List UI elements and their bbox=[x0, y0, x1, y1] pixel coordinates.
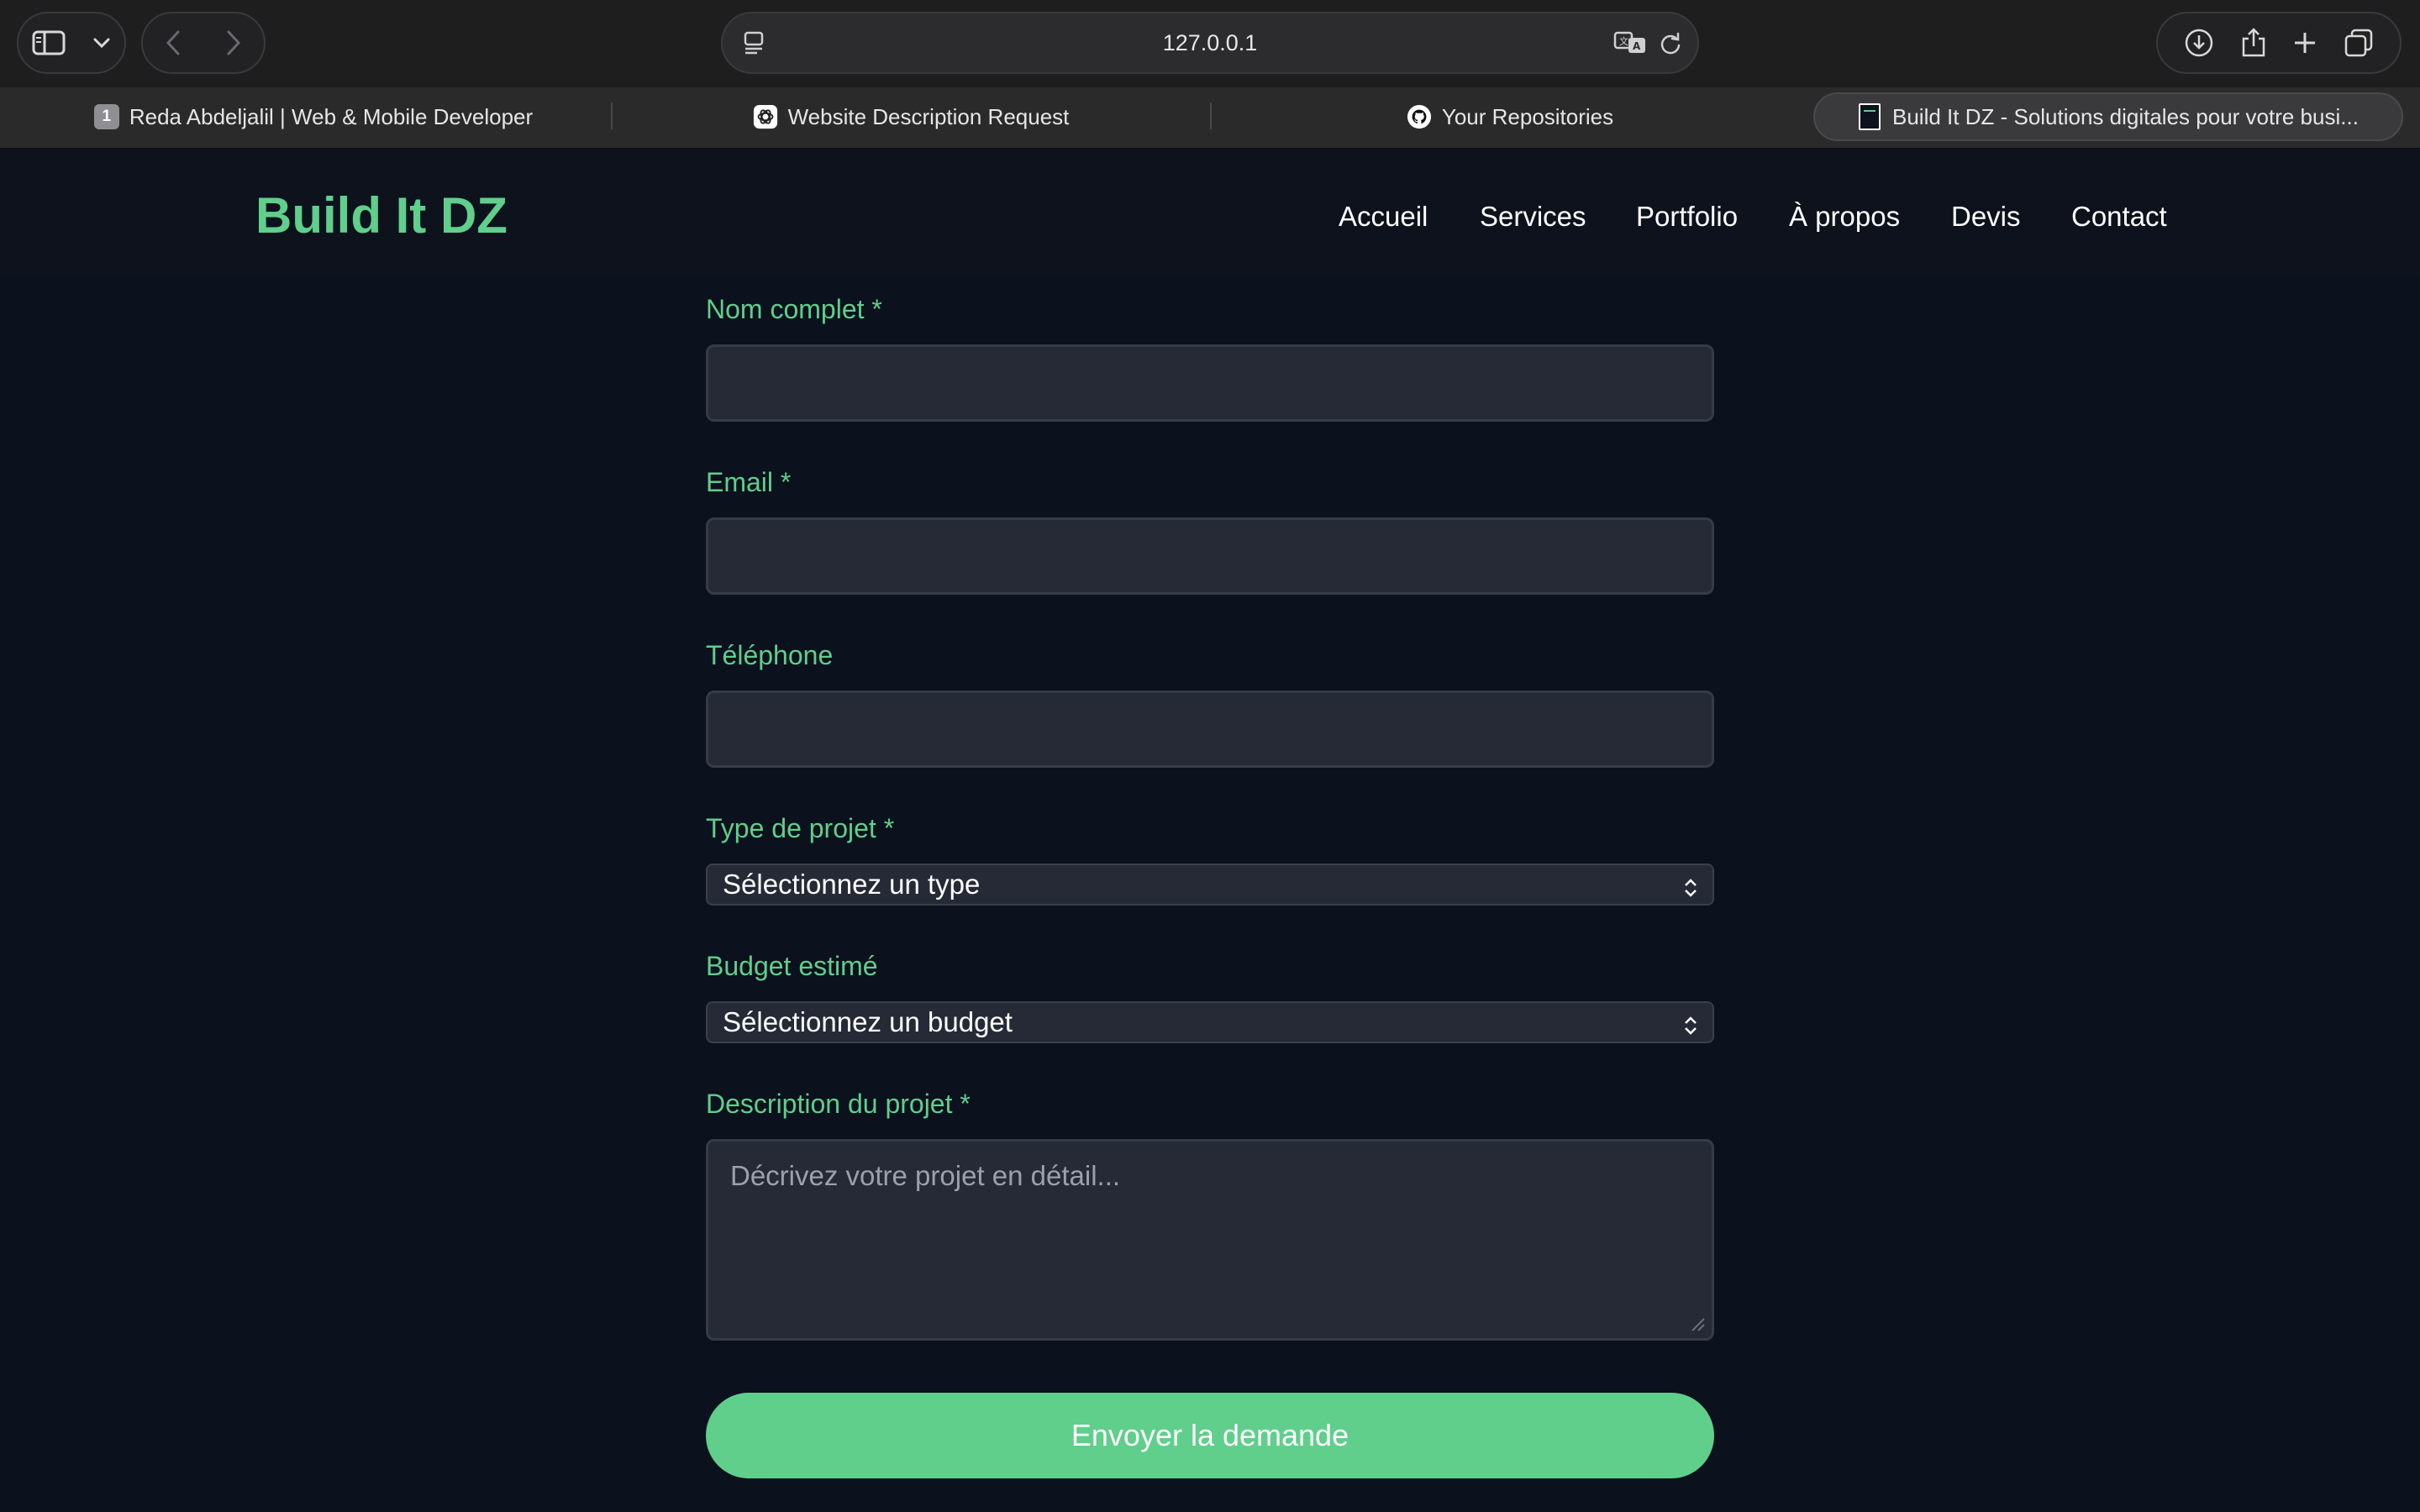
download-icon[interactable] bbox=[2184, 28, 2214, 58]
navigation-group bbox=[141, 12, 266, 74]
tab-separator bbox=[1210, 102, 1212, 129]
url-text[interactable]: 127.0.0.1 bbox=[723, 13, 1697, 72]
description-label: Description du projet * bbox=[706, 1089, 971, 1119]
forward-arrow-icon[interactable] bbox=[225, 29, 242, 56]
name-input[interactable] bbox=[706, 344, 1714, 422]
tab-overview-icon[interactable] bbox=[2344, 28, 2374, 58]
github-icon bbox=[1407, 104, 1432, 129]
tab-build-it-dz[interactable]: Build It DZ - Solutions digitales pour v… bbox=[1813, 92, 2403, 141]
tab-your-repositories[interactable]: Your Repositories bbox=[1213, 92, 1807, 141]
browser-actions-group bbox=[2156, 12, 2402, 74]
nav-a-propos[interactable]: À propos bbox=[1789, 198, 1900, 235]
sidebar-icon[interactable] bbox=[32, 29, 66, 56]
share-icon[interactable] bbox=[2240, 27, 2267, 59]
select-chevrons-icon bbox=[1682, 1012, 1699, 1044]
tab-label: Reda Abdeljalil | Web & Mobile Developer bbox=[129, 103, 534, 129]
svg-text:文: 文 bbox=[1619, 35, 1628, 47]
reload-icon[interactable] bbox=[1659, 32, 1682, 55]
select-chevrons-icon bbox=[1682, 874, 1699, 906]
email-input[interactable] bbox=[706, 517, 1714, 595]
tab-website-description[interactable]: Website Description Request bbox=[613, 92, 1208, 141]
page-thumbnail-icon bbox=[1857, 103, 1882, 130]
svg-text:A: A bbox=[1633, 40, 1641, 52]
numbered-badge-icon: 1 bbox=[93, 104, 119, 129]
nav-portfolio[interactable]: Portfolio bbox=[1636, 198, 1738, 235]
project-type-select[interactable]: Sélectionnez un type bbox=[706, 864, 1714, 906]
project-type-label: Type de projet * bbox=[706, 813, 895, 843]
budget-value: Sélectionnez un budget bbox=[723, 1006, 1013, 1037]
project-type-value: Sélectionnez un type bbox=[723, 869, 981, 900]
budget-label: Budget estimé bbox=[706, 951, 878, 981]
nav-devis[interactable]: Devis bbox=[1951, 198, 2021, 235]
nav-services[interactable]: Services bbox=[1480, 198, 1586, 235]
phone-label: Téléphone bbox=[706, 640, 834, 670]
description-textarea[interactable] bbox=[706, 1139, 1714, 1341]
chevron-down-icon[interactable] bbox=[92, 37, 111, 49]
name-label: Nom complet * bbox=[706, 294, 882, 324]
phone-input[interactable] bbox=[706, 690, 1714, 768]
nav-accueil[interactable]: Accueil bbox=[1339, 198, 1428, 235]
budget-select[interactable]: Sélectionnez un budget bbox=[706, 1001, 1714, 1043]
chatgpt-icon bbox=[753, 104, 778, 129]
tab-separator bbox=[611, 102, 613, 129]
back-arrow-icon[interactable] bbox=[165, 29, 182, 56]
tab-label: Build It DZ - Solutions digitales pour v… bbox=[1892, 103, 2359, 129]
translate-icon[interactable]: 文A bbox=[1613, 30, 1647, 55]
tab-label: Your Repositories bbox=[1441, 103, 1614, 129]
email-label: Email * bbox=[706, 467, 792, 497]
nav-contact[interactable]: Contact bbox=[2071, 198, 2167, 235]
tab-reda-abdeljalil[interactable]: 1 Reda Abdeljalil | Web & Mobile Develop… bbox=[17, 92, 610, 141]
site-logo[interactable]: Build It DZ bbox=[255, 186, 508, 245]
submit-button[interactable]: Envoyer la demande bbox=[706, 1393, 1714, 1478]
resize-handle-icon[interactable] bbox=[1689, 1315, 1706, 1336]
address-bar[interactable]: 127.0.0.1 文A bbox=[721, 12, 1699, 74]
sidebar-toggle-group bbox=[17, 12, 126, 74]
tab-label: Website Description Request bbox=[787, 103, 1070, 129]
new-tab-icon[interactable] bbox=[2292, 30, 2317, 55]
